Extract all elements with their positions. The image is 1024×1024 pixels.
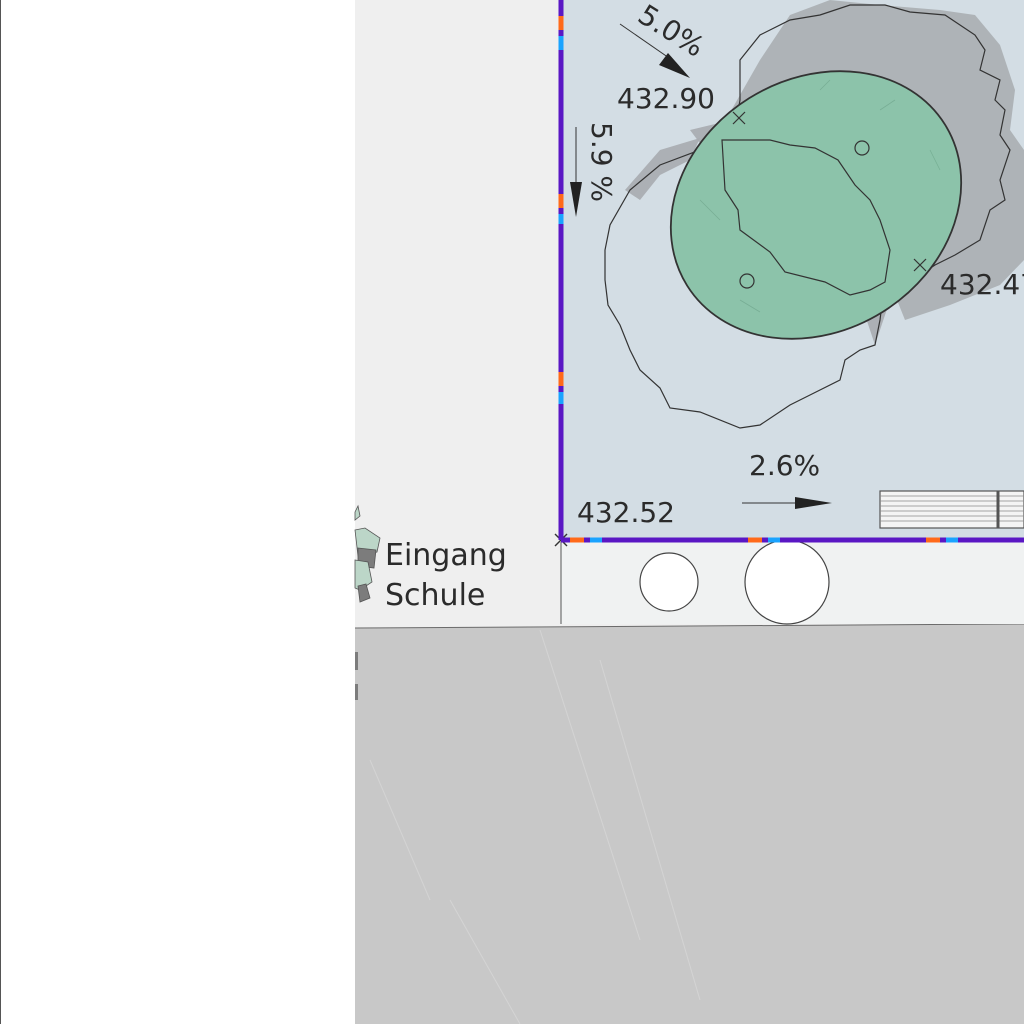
site-plan-canvas: 5.0% 432.90 5.9 % 432.47 2.6% 432.52 Ein…: [0, 0, 1024, 1024]
entrance-label-line2: Schule: [385, 578, 485, 613]
bench-icon: [879, 490, 1024, 529]
site-plan-viewport: 5.0% 432.90 5.9 % 432.47 2.6% 432.52 Ein…: [0, 0, 1024, 1024]
elevation-label-top: 432.90: [617, 82, 715, 115]
elevation-label-corner: 432.52: [577, 496, 675, 529]
slope-label-bottom: 2.6%: [749, 449, 820, 482]
entrance-label-line1: Eingang: [385, 538, 507, 573]
tree-pit-large: [744, 539, 830, 625]
slope-label-left: 5.9 %: [585, 122, 618, 202]
tree-pit-small: [639, 552, 699, 612]
elevation-label-right: 432.47: [940, 268, 1024, 301]
